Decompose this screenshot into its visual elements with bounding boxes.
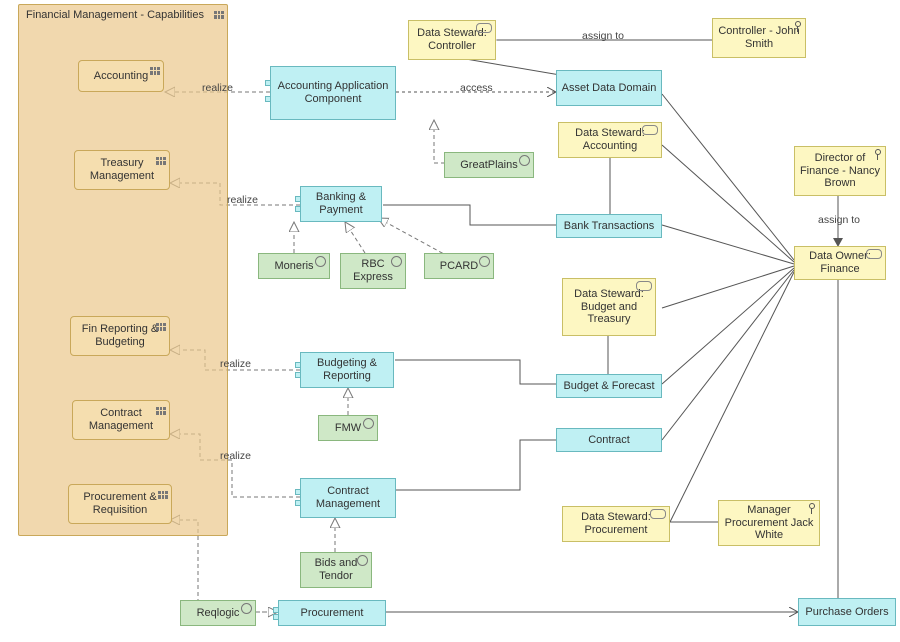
artifact-reqlogic[interactable]: Reqlogic [180, 600, 256, 626]
capability-accounting[interactable]: Accounting [78, 60, 164, 92]
grouping-icon [214, 7, 224, 19]
component-budgeting[interactable]: Budgeting & Reporting [300, 352, 394, 388]
domain-label: Purchase Orders [805, 606, 888, 619]
edge-label-assign: assign to [580, 30, 626, 42]
grouping-title: Financial Management - Capabilities [19, 9, 211, 21]
capability-icon [156, 319, 166, 331]
artifact-label: PCARD [440, 260, 479, 273]
capability-label: Fin Reporting & Budgeting [75, 323, 165, 348]
role-icon [642, 125, 658, 138]
domain-asset[interactable]: Asset Data Domain [556, 70, 662, 106]
artifact-pcard[interactable]: PCARD [424, 253, 494, 279]
artifact-icon [357, 555, 368, 569]
artifact-icon [241, 603, 252, 617]
domain-label: Budget & Forecast [563, 380, 654, 393]
actor-label: Controller - John Smith [717, 25, 801, 50]
artifact-fmw[interactable]: FMW [318, 415, 378, 441]
artifact-icon [363, 418, 374, 432]
component-procurement[interactable]: Procurement [278, 600, 386, 626]
actor-director[interactable]: Director of Finance - Nancy Brown [794, 146, 886, 196]
capability-icon [150, 63, 160, 75]
domain-bank[interactable]: Bank Transactions [556, 214, 662, 238]
role-icon [650, 509, 666, 522]
component-contract[interactable]: Contract Management [300, 478, 396, 518]
role-icon [866, 249, 882, 262]
component-label: Contract Management [305, 485, 391, 510]
artifact-icon [519, 155, 530, 169]
edge-label-realize: realize [218, 450, 253, 462]
role-ds-budget[interactable]: Data Steward: Budget and Treasury [562, 278, 656, 336]
artifact-moneris[interactable]: Moneris [258, 253, 330, 279]
artifact-icon [315, 256, 326, 270]
role-icon [476, 23, 492, 36]
actor-label: Manager Procurement Jack White [723, 504, 815, 542]
domain-purchase[interactable]: Purchase Orders [798, 598, 896, 626]
component-label: Banking & Payment [305, 191, 377, 216]
edge-label-access: access [458, 82, 495, 94]
role-icon [636, 281, 652, 294]
component-label: Budgeting & Reporting [305, 357, 389, 382]
diagram-canvas: Financial Management - Capabilities Acco… [0, 0, 900, 642]
edge-label-realize: realize [200, 82, 235, 94]
capability-icon [156, 153, 166, 165]
role-ds-accounting[interactable]: Data Steward: Accounting [558, 122, 662, 158]
domain-contract[interactable]: Contract [556, 428, 662, 452]
role-ds-procurement[interactable]: Data Steward: Procurement [562, 506, 670, 542]
capability-icon [158, 487, 168, 499]
component-label: Accounting Application Component [275, 80, 391, 105]
actor-icon [806, 503, 816, 518]
edge-label-assign: assign to [816, 214, 862, 226]
actor-manager[interactable]: Manager Procurement Jack White [718, 500, 820, 546]
artifact-label: FMW [335, 422, 361, 435]
domain-label: Contract [588, 434, 630, 447]
artifact-rbc[interactable]: RBC Express [340, 253, 406, 289]
capability-contract[interactable]: Contract Management [72, 400, 170, 440]
capability-procurement[interactable]: Procurement & Requisition [68, 484, 172, 524]
capability-label: Treasury Management [79, 157, 165, 182]
artifact-icon [391, 256, 402, 270]
edge-label-realize: realize [218, 358, 253, 370]
actor-label: Director of Finance - Nancy Brown [799, 152, 881, 190]
component-banking[interactable]: Banking & Payment [300, 186, 382, 222]
artifact-icon [479, 256, 490, 270]
domain-label: Asset Data Domain [562, 82, 657, 95]
actor-icon [872, 149, 882, 164]
role-ds-controller[interactable]: Data Steward: Controller [408, 20, 496, 60]
domain-budget[interactable]: Budget & Forecast [556, 374, 662, 398]
component-label: Procurement [301, 607, 364, 620]
actor-controller[interactable]: Controller - John Smith [712, 18, 806, 58]
artifact-label: GreatPlains [460, 159, 517, 172]
artifact-greatplains[interactable]: GreatPlains [444, 152, 534, 178]
capability-label: Procurement & Requisition [73, 491, 167, 516]
edge-label-realize: realize [225, 194, 260, 206]
capability-icon [156, 403, 166, 415]
artifact-bidstendor[interactable]: Bids and Tendor [300, 552, 372, 588]
domain-label: Bank Transactions [564, 220, 655, 233]
artifact-label: Moneris [274, 260, 313, 273]
component-accounting[interactable]: Accounting Application Component [270, 66, 396, 120]
capability-treasury[interactable]: Treasury Management [74, 150, 170, 190]
role-data-owner[interactable]: Data Owner: Finance [794, 246, 886, 280]
capability-label: Accounting [94, 70, 148, 83]
capability-finreporting[interactable]: Fin Reporting & Budgeting [70, 316, 170, 356]
artifact-label: Reqlogic [197, 607, 240, 620]
capability-label: Contract Management [77, 407, 165, 432]
actor-icon [792, 21, 802, 36]
